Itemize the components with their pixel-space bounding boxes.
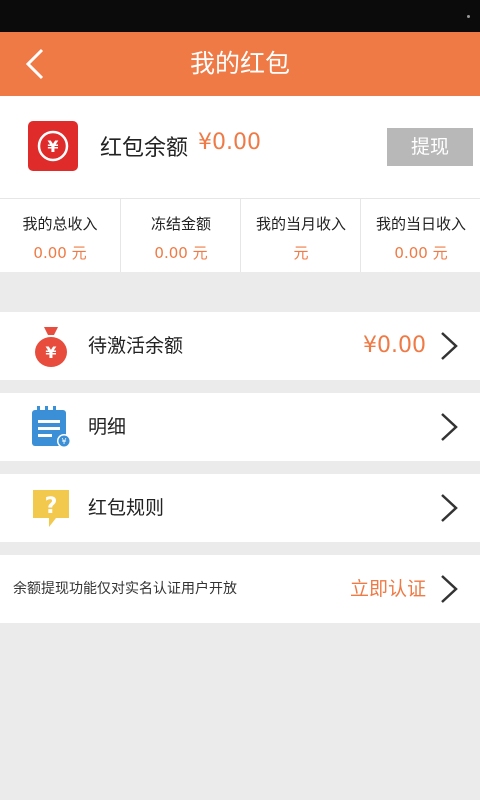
stat-label: 我的当月收入 <box>255 215 346 233</box>
details-item[interactable]: ¥ 明细 <box>0 393 480 461</box>
pending-balance-item[interactable]: ¥ 待激活余额 ¥0.00 <box>0 312 480 380</box>
stat-frozen-amount: 冻结金额 0.00 元 <box>120 199 241 272</box>
stat-value: 0.00 元 <box>33 244 87 262</box>
stat-daily-income: 我的当日收入 0.00 元 <box>360 199 480 272</box>
withdraw-button[interactable]: 提现 <box>387 128 473 166</box>
stat-label: 我的总收入 <box>22 215 98 233</box>
income-stats: 我的总收入 0.00 元 冻结金额 0.00 元 我的当月收入 元 我的当日收入… <box>0 198 480 272</box>
chevron-right-icon <box>441 413 458 441</box>
svg-text:¥: ¥ <box>61 437 66 446</box>
stat-value: 0.00 元 <box>154 244 208 262</box>
svg-text:¥: ¥ <box>45 343 56 362</box>
question-bubble-icon: ? <box>33 490 69 527</box>
page-title: 我的红包 <box>189 49 290 78</box>
verify-now-link[interactable]: 立即认证 <box>350 555 426 623</box>
notepad-icon: ¥ <box>32 406 71 448</box>
rules-label: 红包规则 <box>88 497 165 519</box>
chevron-left-icon <box>25 48 44 80</box>
details-label: 明细 <box>88 416 127 438</box>
status-indicator <box>467 15 470 18</box>
svg-text:¥: ¥ <box>47 137 58 156</box>
verification-notice: 余额提现功能仅对实名认证用户开放 立即认证 <box>0 555 480 623</box>
back-button[interactable] <box>18 44 58 84</box>
chevron-right-icon <box>441 494 458 522</box>
stat-label: 我的当日收入 <box>375 215 466 233</box>
svg-text:?: ? <box>45 494 58 519</box>
status-bar <box>0 0 480 32</box>
chevron-right-icon[interactable] <box>436 573 462 605</box>
stat-total-income: 我的总收入 0.00 元 <box>0 199 120 272</box>
balance-label: 红包余额 <box>100 136 189 161</box>
pending-balance-label: 待激活余额 <box>88 335 184 357</box>
app-header: 我的红包 <box>0 32 480 96</box>
stat-label: 冻结金额 <box>150 215 211 233</box>
stat-value: 元 <box>293 244 309 262</box>
stat-value: 0.00 元 <box>394 244 448 262</box>
red-wallet-icon: ¥ <box>28 121 78 171</box>
chevron-right-icon <box>441 332 458 360</box>
money-bag-icon: ¥ <box>35 327 67 367</box>
notice-text: 余额提现功能仅对实名认证用户开放 <box>13 581 237 597</box>
pending-balance-value: ¥0.00 <box>363 333 426 358</box>
rules-item[interactable]: ? 红包规则 <box>0 474 480 542</box>
stat-monthly-income: 我的当月收入 元 <box>240 199 361 272</box>
balance-value: ¥0.00 <box>198 130 261 155</box>
balance-card: ¥ 红包余额 ¥0.00 提现 <box>0 96 480 198</box>
